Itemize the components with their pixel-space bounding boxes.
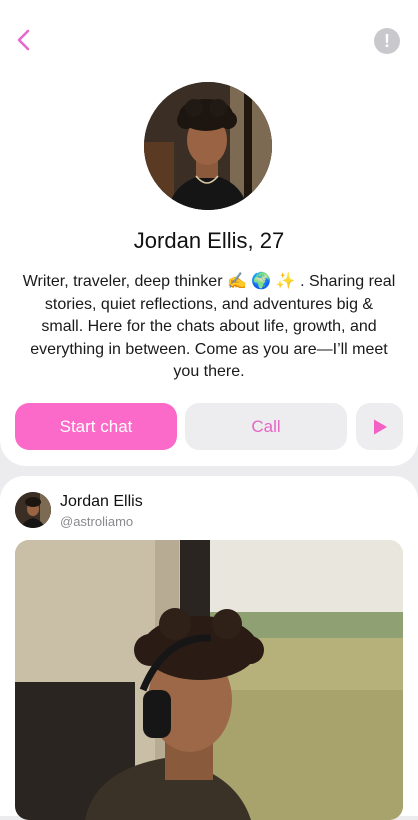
play-icon	[373, 419, 387, 434]
post-card: Jordan Ellis @astroliamo	[0, 476, 418, 820]
play-button[interactable]	[356, 403, 403, 450]
call-button[interactable]: Call	[185, 403, 347, 450]
profile-name-age: Jordan Ellis, 27	[133, 228, 285, 253]
back-button[interactable]	[10, 26, 38, 54]
post-author-name[interactable]: Jordan Ellis	[60, 493, 143, 511]
profile-card: ! Jordan Ellis, 27 Writer, traveler, dee…	[0, 0, 418, 466]
exclamation-icon: !	[384, 30, 390, 51]
post-author-handle: @astroliamo	[60, 514, 134, 529]
start-chat-button[interactable]: Start chat	[15, 403, 177, 450]
post-author-avatar[interactable]	[15, 492, 51, 528]
post-photo[interactable]	[15, 540, 403, 820]
report-button[interactable]: !	[374, 28, 400, 54]
profile-bio: Writer, traveler, deep thinker ✍️ 🌍 ✨ . …	[22, 273, 396, 380]
chevron-left-icon	[17, 29, 30, 51]
profile-avatar	[144, 82, 272, 210]
